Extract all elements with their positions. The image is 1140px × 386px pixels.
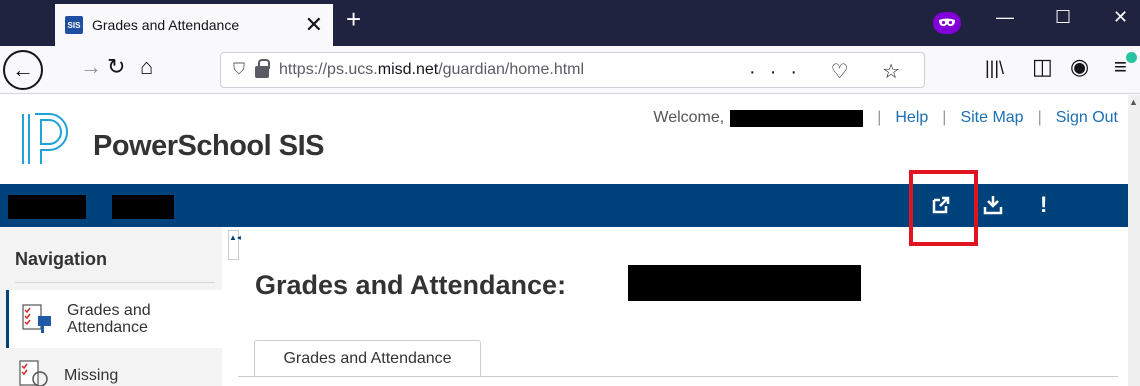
reload-button[interactable]: ↻ [107,56,125,78]
forward-button[interactable]: → [80,56,102,78]
sign-out-link[interactable]: Sign Out [1056,109,1118,127]
navigation-sidebar: Navigation Grades and Attendance Missing [0,227,222,386]
header-separator: | [877,109,882,126]
page-scrollbar[interactable] [1128,95,1140,386]
browser-tab[interactable]: SIS Grades and Attendance ✕ [55,4,333,46]
account-icon[interactable]: ◉ [1070,56,1089,78]
nav-item-grades-and-attendance[interactable]: Grades and Attendance [6,290,222,348]
annotation-highlight-box [909,170,978,246]
redacted-student-name [628,265,861,301]
lock-icon[interactable] [255,59,271,78]
library-icon[interactable]: |||\ [985,59,1004,77]
redacted-student-name[interactable] [8,195,86,219]
download-icon[interactable] [983,195,1003,219]
minimize-button[interactable]: — [996,8,1014,26]
collapse-sidebar-toggle[interactable]: ▲◂ [228,230,241,260]
welcome-text: Welcome, [653,109,725,126]
redacted-username [730,109,864,127]
header-separator: | [1037,109,1042,126]
navigation-title: Navigation [15,249,108,269]
update-badge-icon [1126,52,1137,63]
url-bar[interactable]: ⛉ https://ps.ucs.misd.net/guardian/home.… [220,52,925,88]
tab-title: Grades and Attendance [92,17,240,33]
sis-favicon-icon: SIS [65,16,83,34]
url-text[interactable]: https://ps.ucs.misd.net/guardian/home.ht… [279,61,584,79]
private-browsing-icon [933,12,961,34]
tab-grades-and-attendance[interactable]: Grades and Attendance [254,340,481,376]
mask-icon [939,18,955,27]
page-title: Grades and Attendance: [255,270,567,300]
nav-item-label: Missing [64,366,119,384]
maximize-button[interactable]: ☐ [1055,8,1071,26]
page-actions-icons[interactable]: ··· ♡ ☆ [749,59,914,84]
home-button[interactable]: ⌂ [140,56,153,78]
new-tab-icon[interactable]: + [346,6,361,32]
nav-item-missing[interactable]: Missing [6,360,222,386]
grades-attendance-icon [22,304,51,333]
sidebar-toggle-icon[interactable]: ◫ [1032,56,1053,78]
site-map-link[interactable]: Site Map [960,109,1023,127]
help-link[interactable]: Help [895,109,928,127]
header-links: Welcome, | Help | Site Map | Sign Out [653,109,1118,127]
missing-assignments-icon [19,360,48,386]
tracking-shield-icon[interactable]: ⛉ [233,61,245,79]
powerschool-page: PowerSchool SIS Welcome, | Help | Site M… [0,95,1140,386]
nav-item-label: Grades and Attendance [67,302,151,336]
browser-tab-strip: SIS Grades and Attendance ✕ + — ☐ ✕ [0,0,1140,46]
powerschool-logo-icon [22,113,68,164]
nav-divider [15,282,215,283]
window-close-button[interactable]: ✕ [1113,8,1128,26]
header-separator: | [942,109,947,126]
back-button[interactable]: ← [3,50,43,90]
app-menu-icon[interactable]: ≡ [1114,56,1127,78]
alert-icon[interactable]: ! [1040,194,1047,216]
brand-name: PowerSchool SIS [93,130,325,162]
tab-divider [238,376,1118,377]
redacted-student-name[interactable] [112,195,174,219]
tab-close-icon[interactable]: ✕ [305,14,323,36]
browser-toolbar: ← → ↻ ⌂ ⛉ https://ps.ucs.misd.net/guardi… [0,46,1140,94]
